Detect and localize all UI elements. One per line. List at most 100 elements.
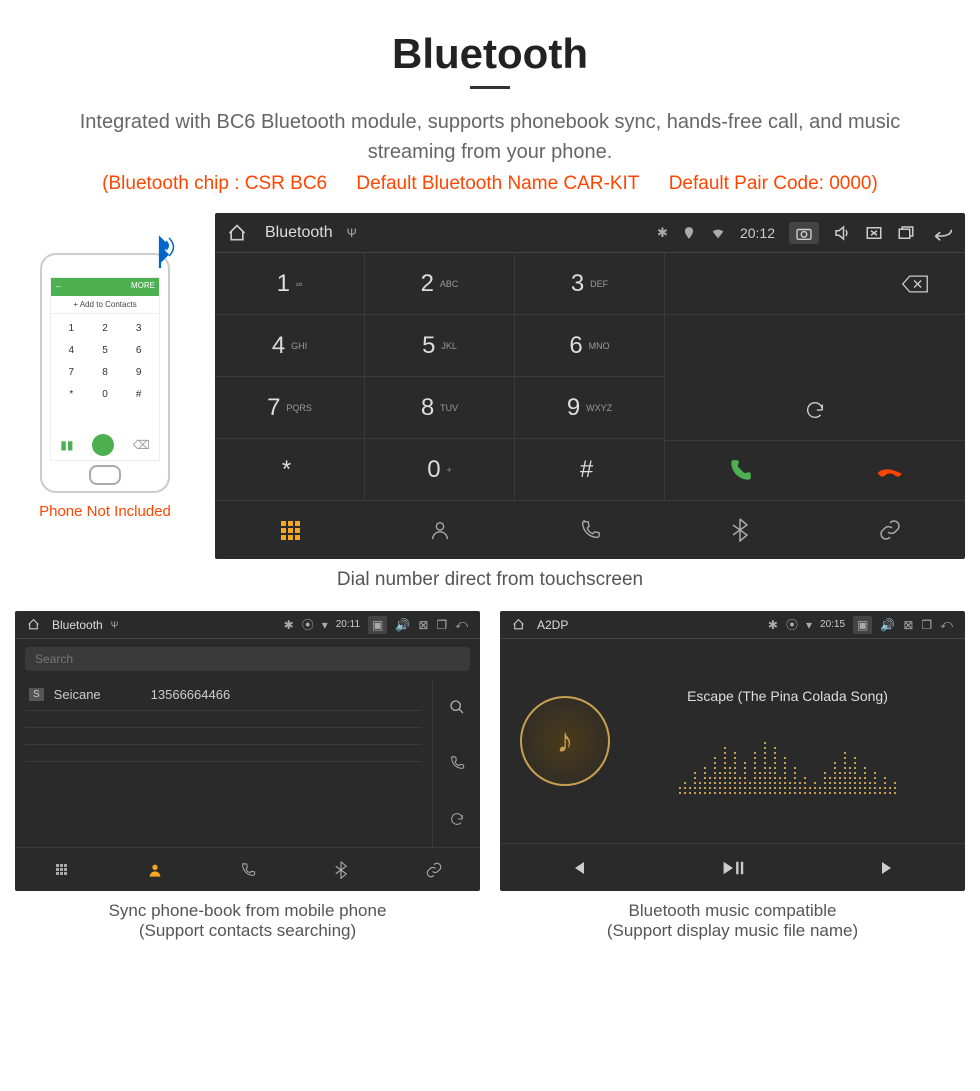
nav-link-button[interactable]	[387, 848, 480, 891]
title-underline	[470, 86, 510, 89]
song-title: Escape (The Pina Colada Song)	[630, 688, 945, 704]
status-time: 20:15	[820, 619, 845, 630]
nav-bluetooth-button[interactable]	[294, 848, 387, 891]
prev-track-button[interactable]	[500, 844, 655, 891]
nav-contacts-button[interactable]	[108, 848, 201, 891]
back-icon[interactable]	[929, 225, 953, 241]
key-7[interactable]: 7PQRS	[215, 377, 365, 439]
contact-number: 13566664466	[151, 687, 231, 702]
close-icon[interactable]: ⊠	[418, 618, 428, 632]
bluetooth-status-icon: ✱	[657, 225, 668, 241]
description-text: Integrated with BC6 Bluetooth module, su…	[55, 107, 925, 167]
music-device: A2DP ✱ ⦿ ▾ 20:15 ▣ 🔊 ⊠ ❐ ⤺ ♪ Escape (The…	[500, 611, 965, 891]
back-icon[interactable]: ⤺	[940, 617, 953, 632]
volume-icon[interactable]	[833, 224, 851, 242]
backspace-icon[interactable]	[901, 274, 929, 294]
refresh-icon[interactable]	[804, 399, 826, 421]
back-icon[interactable]: ⤺	[455, 617, 468, 632]
phonebook-device: Bluetooth Ψ ✱ ⦿ ▾ 20:11 ▣ 🔊 ⊠ ❐ ⤺ Search	[15, 611, 480, 891]
key-5[interactable]: 5JKL	[365, 315, 515, 377]
nav-link-button[interactable]	[815, 501, 965, 559]
key-0[interactable]: 0+	[365, 439, 515, 501]
search-input[interactable]: Search	[25, 647, 470, 671]
contact-side-actions	[432, 679, 480, 847]
contact-list: S Seicane 13566664466	[15, 679, 432, 847]
bluetooth-signal-icon	[142, 235, 178, 271]
music-player-body: ♪ Escape (The Pina Colada Song)	[500, 639, 965, 843]
call-icon[interactable]	[433, 735, 480, 791]
key-6[interactable]: 6MNO	[515, 315, 665, 377]
nav-history-button[interactable]	[201, 848, 294, 891]
play-pause-button[interactable]	[655, 844, 810, 891]
main-dialer-device: Bluetooth Ψ ✱ 20:12 1∞2ABC3DEF 4GHI5JKL6M…	[215, 213, 965, 559]
spec-code: Default Pair Code: 0000)	[669, 173, 878, 194]
phone-mockup: ←MORE + Add to Contacts 123456789*0# ▮▮ …	[40, 253, 170, 493]
nav-dialpad-button[interactable]	[15, 848, 108, 891]
call-answer-button[interactable]	[665, 441, 815, 500]
search-icon[interactable]	[433, 679, 480, 735]
location-icon: ⦿	[786, 616, 798, 633]
phone-bottom-bar: ▮▮ ⌫	[51, 434, 159, 456]
app-title: A2DP	[537, 618, 568, 632]
phone-call-button	[92, 434, 114, 456]
key-4[interactable]: 4GHI	[215, 315, 365, 377]
key-#[interactable]: #	[515, 439, 665, 501]
bluetooth-status-icon: ✱	[768, 618, 778, 632]
add-to-contacts: + Add to Contacts	[51, 296, 159, 314]
equalizer-visualizer	[630, 734, 945, 794]
refresh-icon[interactable]	[433, 791, 480, 847]
phonebook-caption: Sync phone-book from mobile phone (Suppo…	[15, 901, 480, 941]
recents-icon[interactable]	[897, 224, 915, 242]
volume-icon[interactable]: 🔊	[395, 618, 410, 632]
music-caption: Bluetooth music compatible (Support disp…	[500, 901, 965, 941]
wifi-icon: ▾	[322, 618, 328, 632]
next-track-button[interactable]	[810, 844, 965, 891]
wifi-icon: ▾	[806, 618, 812, 632]
camera-icon[interactable]: ▣	[853, 616, 872, 634]
status-time: 20:12	[740, 225, 775, 241]
usb-icon: Ψ	[347, 226, 357, 240]
call-hangup-button[interactable]	[815, 441, 965, 500]
camera-icon[interactable]	[789, 222, 819, 244]
home-icon[interactable]	[512, 618, 525, 631]
recents-icon[interactable]: ❐	[921, 618, 932, 632]
location-icon	[682, 226, 696, 240]
bottom-nav	[215, 501, 965, 559]
phone-not-included-note: Phone Not Included	[15, 503, 195, 520]
album-art-icon: ♪	[520, 696, 610, 786]
dialer-keypad: 1∞2ABC3DEF 4GHI5JKL6MNO 7PQRS8TUV9WXYZ *0+#	[215, 253, 665, 501]
main-caption: Dial number direct from touchscreen	[15, 569, 965, 591]
music-controls	[500, 843, 965, 891]
spec-name: Default Bluetooth Name CAR-KIT	[356, 173, 639, 194]
close-icon[interactable]	[865, 224, 883, 242]
nav-bluetooth-button[interactable]	[665, 501, 815, 559]
app-title: Bluetooth	[265, 224, 333, 242]
bluetooth-status-icon: ✱	[284, 618, 294, 632]
key-8[interactable]: 8TUV	[365, 377, 515, 439]
recents-icon[interactable]: ❐	[436, 618, 447, 632]
music-statusbar: A2DP ✱ ⦿ ▾ 20:15 ▣ 🔊 ⊠ ❐ ⤺	[500, 611, 965, 639]
nav-history-button[interactable]	[515, 501, 665, 559]
usb-icon: Ψ	[111, 620, 119, 630]
key-3[interactable]: 3DEF	[515, 253, 665, 315]
key-2[interactable]: 2ABC	[365, 253, 515, 315]
key-1[interactable]: 1∞	[215, 253, 365, 315]
close-icon[interactable]: ⊠	[903, 618, 913, 632]
contact-name: Seicane	[54, 687, 101, 702]
nav-contacts-button[interactable]	[365, 501, 515, 559]
key-9[interactable]: 9WXYZ	[515, 377, 665, 439]
volume-icon[interactable]: 🔊	[880, 618, 895, 632]
phonebook-nav	[15, 847, 480, 891]
page-title: Bluetooth	[15, 30, 965, 78]
contact-row[interactable]: S Seicane 13566664466	[25, 679, 422, 711]
home-icon[interactable]	[227, 223, 247, 243]
key-*[interactable]: *	[215, 439, 365, 501]
specs-text: (Bluetooth chip : CSR BC6 Default Blueto…	[15, 173, 965, 195]
spec-chip: (Bluetooth chip : CSR BC6	[102, 173, 327, 194]
nav-dialpad-button[interactable]	[215, 501, 365, 559]
contact-initial-badge: S	[29, 688, 44, 701]
camera-icon[interactable]: ▣	[368, 616, 387, 634]
home-icon[interactable]	[27, 618, 40, 631]
location-icon: ⦿	[302, 616, 314, 633]
app-title: Bluetooth	[52, 618, 103, 632]
